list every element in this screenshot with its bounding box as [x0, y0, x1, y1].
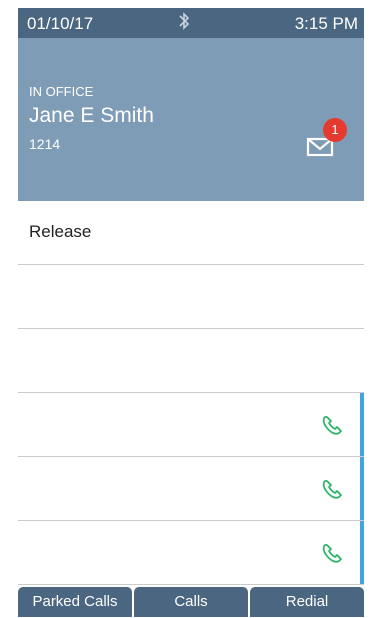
softkey-bar: Parked Calls Calls Redial: [18, 587, 364, 617]
line-keys: Release: [18, 201, 364, 585]
parked-calls-button[interactable]: Parked Calls: [18, 587, 132, 617]
phone-handset-icon: [320, 414, 344, 438]
line-key-empty[interactable]: [18, 265, 364, 329]
user-header: IN OFFICE Jane E Smith 1214 1: [18, 38, 364, 201]
line-active-accent: [360, 393, 364, 456]
presence-status[interactable]: IN OFFICE: [29, 84, 93, 99]
voicemail-count-badge: 1: [323, 118, 347, 142]
line-active-accent: [360, 521, 364, 584]
phone-handset-icon: [320, 542, 344, 566]
line-active-accent: [360, 457, 364, 520]
calls-button[interactable]: Calls: [134, 587, 248, 617]
user-extension: 1214: [29, 136, 61, 152]
status-bar: 01/10/17 3:15 PM: [18, 8, 364, 38]
user-name: Jane E Smith: [29, 104, 154, 127]
line-key-call[interactable]: [18, 393, 364, 457]
redial-button[interactable]: Redial: [250, 587, 364, 617]
status-date: 01/10/17: [27, 14, 94, 33]
bluetooth-icon: [178, 11, 190, 36]
line-key-empty[interactable]: [18, 329, 364, 393]
phone-screen: 01/10/17 3:15 PM IN OFFICE Jane E Smith …: [18, 8, 364, 617]
line-key-label: Release: [29, 222, 92, 241]
line-key-release[interactable]: Release: [18, 201, 364, 265]
line-key-call[interactable]: [18, 457, 364, 521]
status-time: 3:15 PM: [294, 14, 358, 33]
phone-handset-icon: [320, 478, 344, 502]
line-key-call[interactable]: [18, 521, 364, 585]
